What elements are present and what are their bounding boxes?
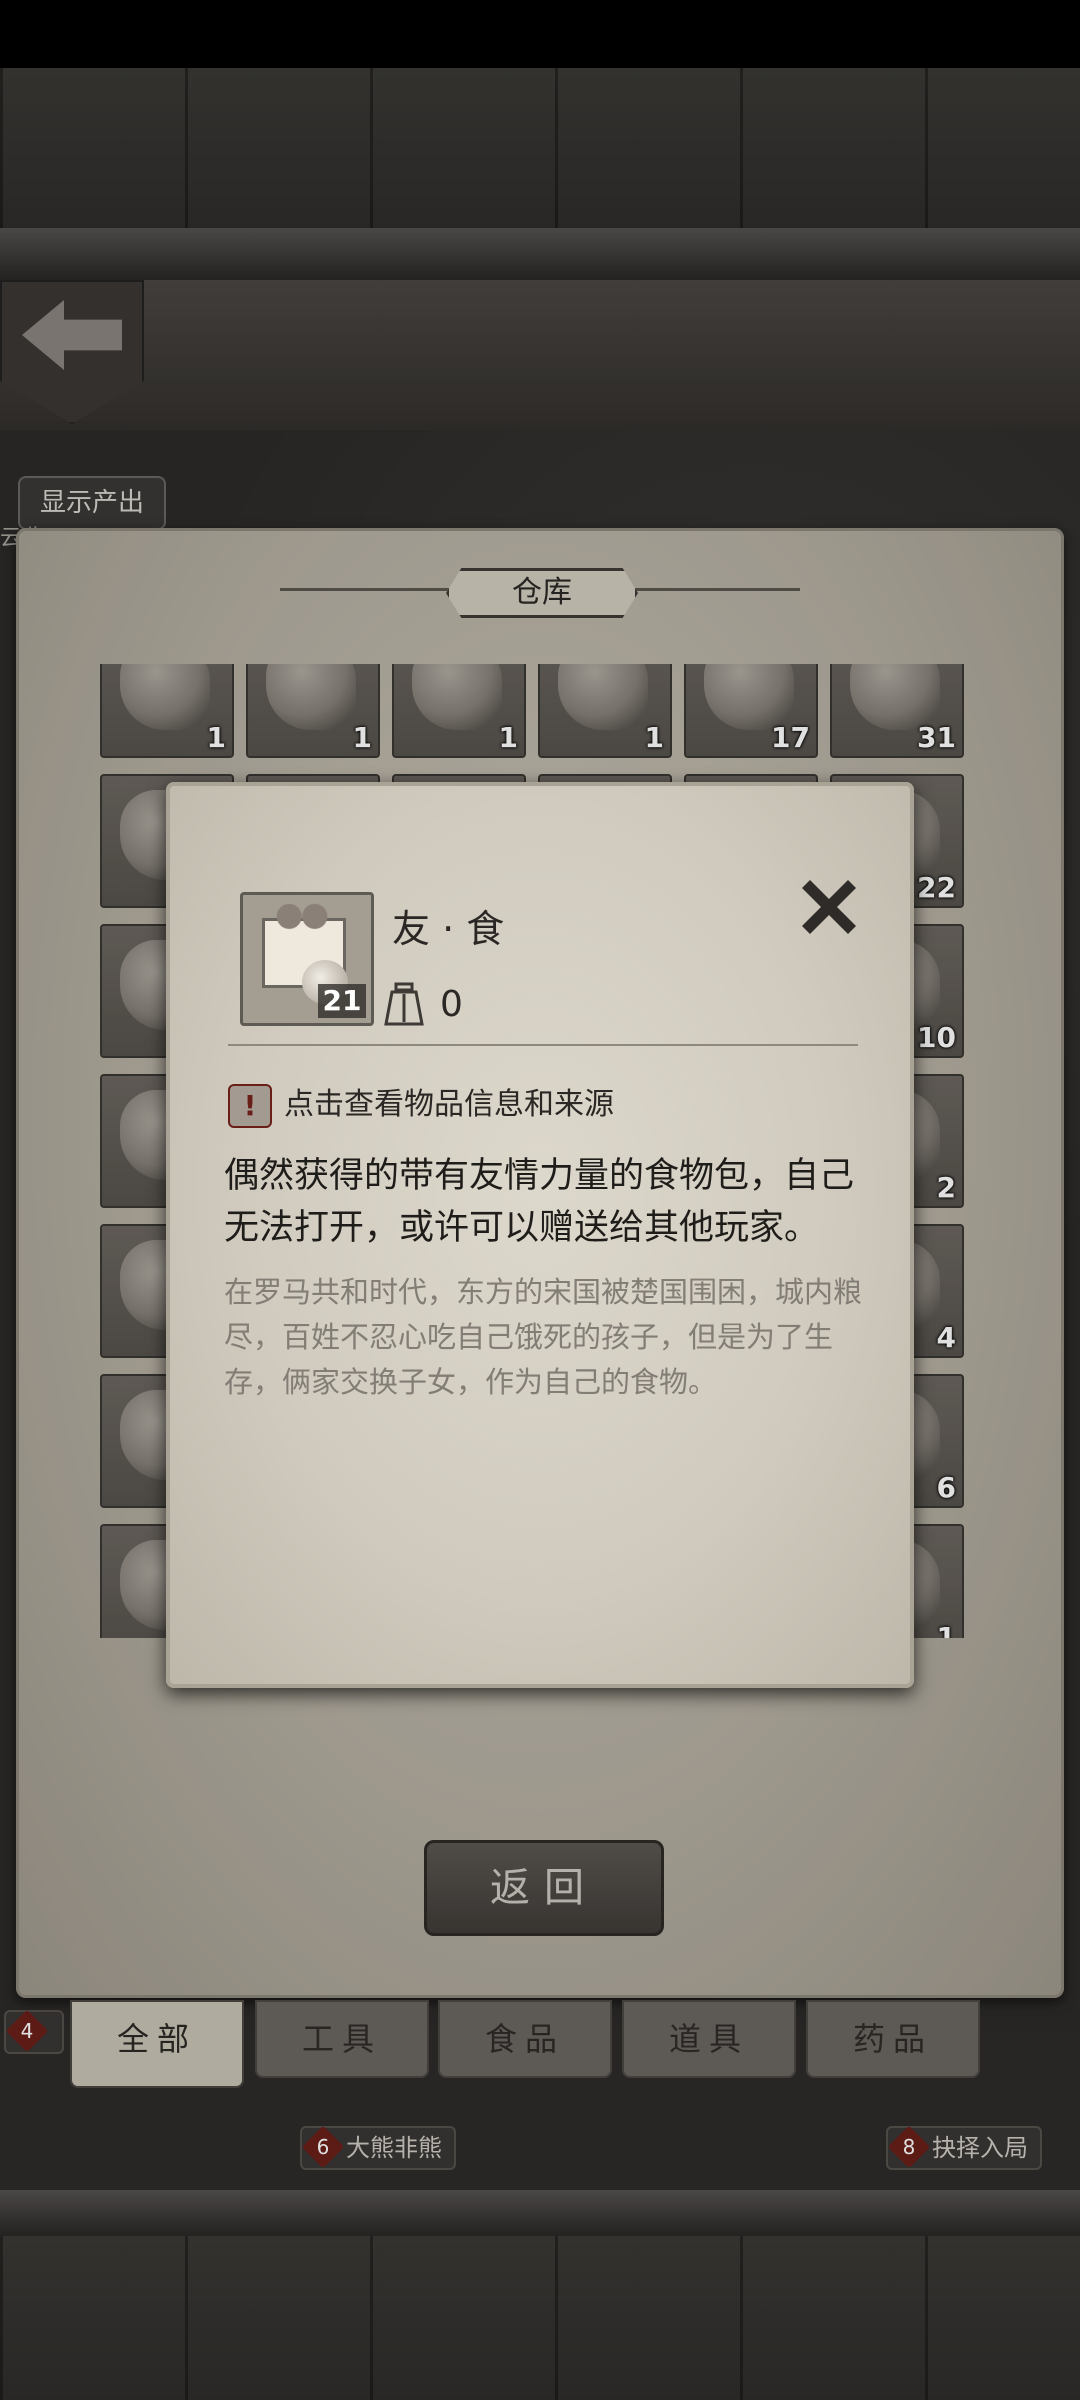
item-description: 偶然获得的带有友情力量的食物包，自己无法打开，或许可以赠送给其他玩家。	[224, 1156, 855, 1248]
weight-icon	[384, 982, 424, 1026]
warning-icon: !	[228, 1084, 272, 1128]
item-weight: 0	[440, 984, 463, 1025]
gift-bow-icon	[270, 896, 334, 930]
item-quantity: 21	[318, 984, 366, 1018]
item-lore: 在罗马共和时代，东方的宋国被楚国围困，城内粮尽，百姓不忍心吃自己饿死的孩子，但是…	[224, 1275, 863, 1399]
popup-divider	[228, 1044, 858, 1046]
close-icon[interactable]	[792, 870, 866, 944]
item-info-link[interactable]: 点击查看物品信息和来源	[284, 1084, 614, 1126]
item-name: 友 · 食	[392, 907, 505, 951]
